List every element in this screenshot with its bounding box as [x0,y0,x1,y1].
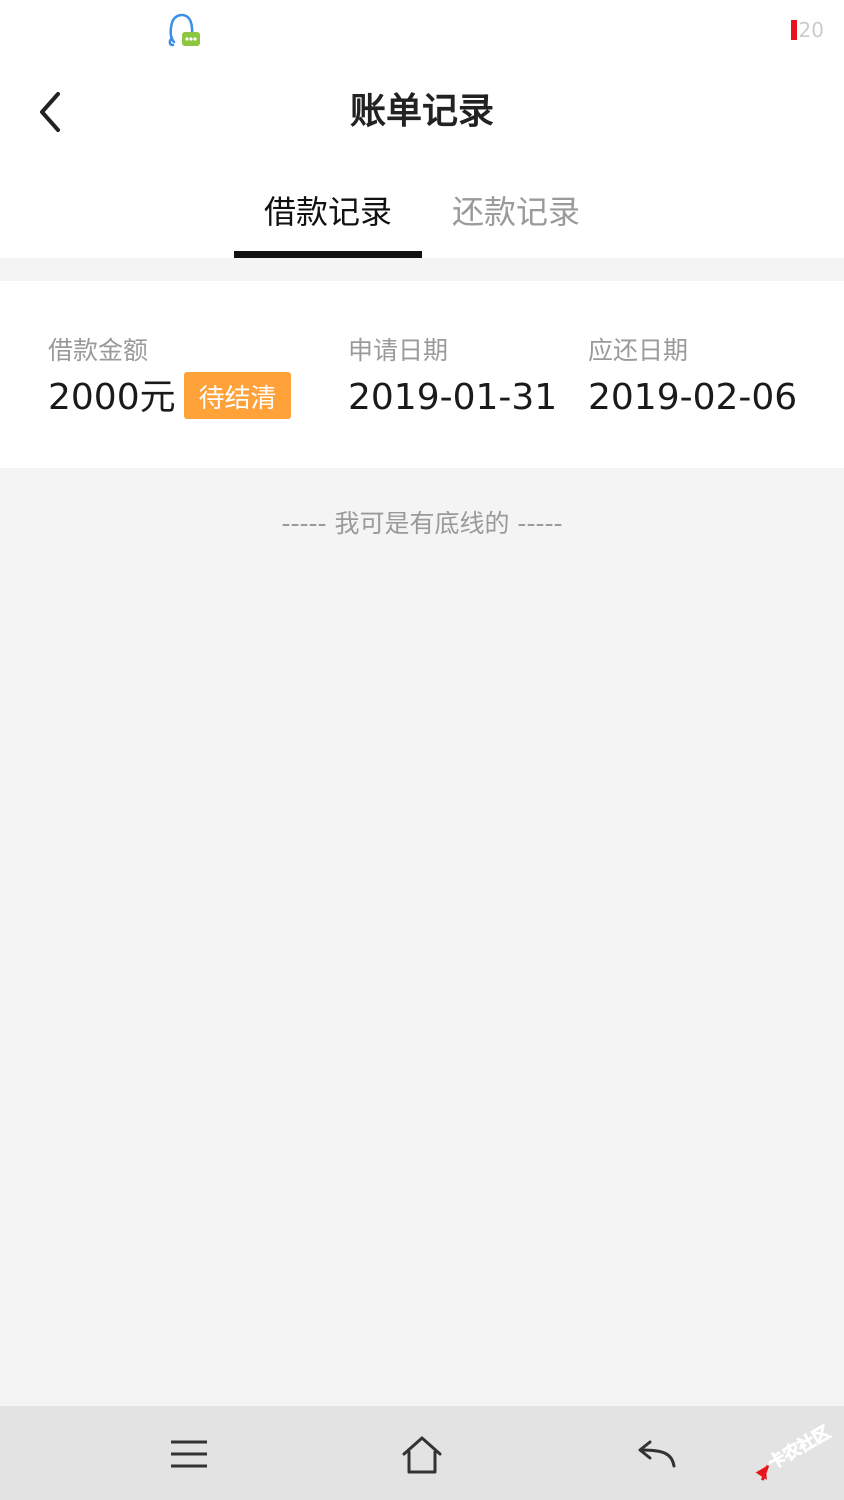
system-nav-bar [0,1406,844,1500]
tab-borrow-records[interactable]: 借款记录 [234,186,422,258]
status-badge: 待结清 [184,372,291,419]
battery-low-bar [790,20,797,40]
loan-record-card[interactable]: 借款金额 2000元 待结清 申请日期 2019-01-31 应还日期 2019… [0,281,844,468]
page-title: 账单记录 [349,91,494,132]
return-arrow-icon [638,1440,676,1468]
tab-repay-records[interactable]: 还款记录 [422,186,610,258]
amount-label: 借款金额 [48,336,149,365]
community-watermark: 卡农社区 [740,1408,840,1488]
watermark-text: 卡农社区 [764,1422,833,1474]
apply-date-label: 申请日期 [348,336,449,365]
amount-value: 2000元 [48,377,176,418]
end-of-list-note: ----- 我可是有底线的 ----- [281,509,563,538]
top-bar: 20 账单记录 借款记录 还款记录 [0,0,844,258]
back-nav-button[interactable] [632,1430,680,1478]
due-date-value: 2019-02-06 [588,377,798,418]
home-button[interactable] [398,1430,446,1478]
menu-icon [171,1440,207,1468]
chat-bubble-bot-icon [162,8,206,52]
watermark-logo-icon: 卡农社区 [755,1421,834,1481]
tab-active-indicator [234,251,422,258]
battery-level-text: 20 [798,18,824,42]
due-date-label: 应还日期 [588,336,689,365]
home-icon [402,1436,442,1474]
menu-button[interactable] [165,1430,213,1478]
apply-date-value: 2019-01-31 [348,377,558,418]
battery-indicator: 20 [790,18,824,42]
